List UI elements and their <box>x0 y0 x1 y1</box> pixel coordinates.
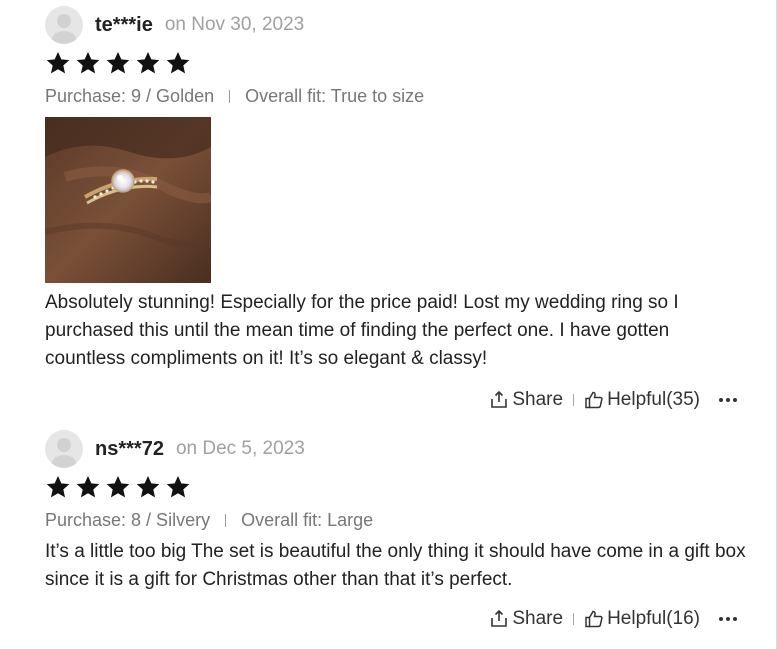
star-icon <box>166 475 190 498</box>
review-body: Absolutely stunning! Especially for the … <box>45 292 679 369</box>
share-label: Share <box>512 608 564 629</box>
review-header: ns***72 on Dec 5, 2023 <box>45 430 750 468</box>
meta-divider <box>229 89 231 103</box>
action-divider <box>573 394 575 406</box>
purchase-variant: Purchase: 9 / Golden <box>45 85 215 106</box>
star-icon <box>136 51 160 74</box>
reviewer-name: te***ie <box>95 13 153 36</box>
helpful-label: Helpful(35) <box>607 389 700 410</box>
purchase-info: Purchase: 8 / Silvery Overall fit: Large <box>45 507 750 533</box>
share-icon <box>491 390 508 408</box>
star-rating <box>45 47 750 79</box>
review-date: on Nov 30, 2023 <box>164 14 305 35</box>
more-dots-icon <box>719 398 737 402</box>
star-icon <box>76 475 100 498</box>
review-photo[interactable] <box>45 117 211 283</box>
review-actions: Share Helpful(35) <box>45 385 750 415</box>
reviewer-name: ns***72 <box>95 437 164 460</box>
avatar[interactable] <box>45 6 83 44</box>
user-avatar-icon <box>52 14 76 44</box>
review-header: te***ie on Nov 30, 2023 <box>45 6 750 44</box>
share-button[interactable]: Share <box>489 608 563 630</box>
helpful-label: Helpful(16) <box>607 608 700 629</box>
more-options-button[interactable] <box>718 616 738 622</box>
review-item: ns***72 on Dec 5, 2023 Purchase: 8 / Sil… <box>45 430 750 634</box>
thumbs-up-icon <box>585 610 603 628</box>
more-dots-icon <box>719 617 737 621</box>
overall-fit: Overall fit: True to size <box>245 85 425 106</box>
share-icon <box>491 609 508 627</box>
review-item: te***ie on Nov 30, 2023 Purchase: 9 / Go… <box>45 6 750 415</box>
star-icon <box>46 51 70 74</box>
more-options-button[interactable] <box>718 397 738 403</box>
action-divider <box>573 613 575 625</box>
star-icon <box>46 475 70 498</box>
star-icon <box>106 475 130 498</box>
helpful-button[interactable]: Helpful(35) <box>584 389 700 411</box>
star-icon <box>106 51 130 74</box>
thumbs-up-icon <box>585 391 603 409</box>
purchase-info: Purchase: 9 / Golden Overall fit: True t… <box>45 83 750 109</box>
purchase-variant: Purchase: 8 / Silvery <box>45 509 211 530</box>
star-rating <box>45 471 750 503</box>
review-actions: Share Helpful(16) <box>45 604 750 634</box>
helpful-button[interactable]: Helpful(16) <box>584 608 700 630</box>
share-label: Share <box>512 389 564 410</box>
star-icon <box>76 51 100 74</box>
user-avatar-icon <box>52 438 76 468</box>
review-body: It’s a little too big The set is beautif… <box>45 541 746 590</box>
reviews-page: te***ie on Nov 30, 2023 Purchase: 9 / Go… <box>0 0 777 649</box>
meta-divider <box>225 513 227 527</box>
share-button[interactable]: Share <box>489 389 563 411</box>
review-date: on Dec 5, 2023 <box>175 438 305 459</box>
star-icon <box>136 475 160 498</box>
overall-fit: Overall fit: Large <box>241 509 374 530</box>
avatar[interactable] <box>45 430 83 468</box>
star-icon <box>166 51 190 74</box>
